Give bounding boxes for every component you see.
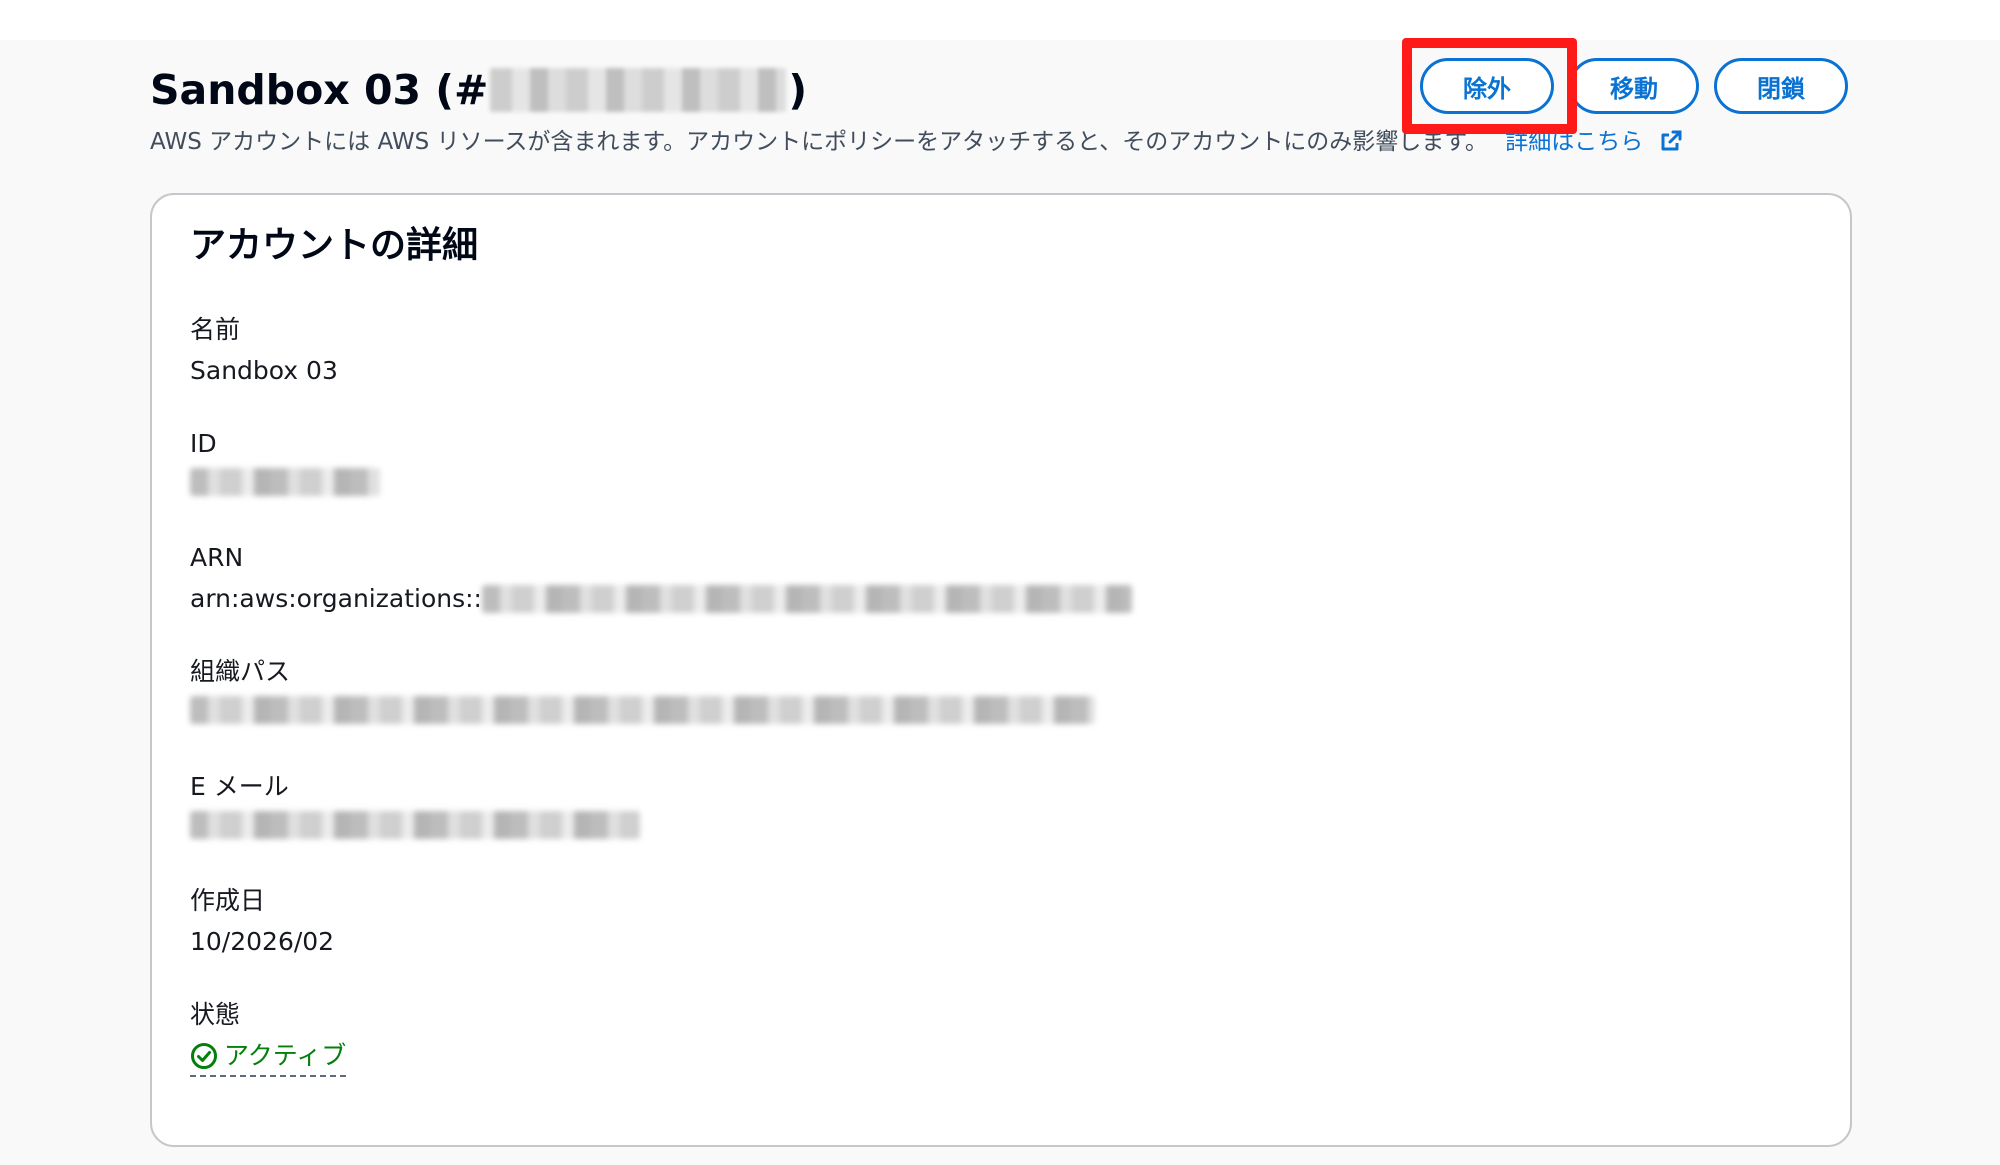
redacted-account-id: [490, 68, 787, 112]
external-link-icon: [1661, 130, 1682, 151]
card-title: アカウントの詳細: [190, 225, 479, 266]
field-label: ARN: [190, 543, 244, 572]
account-details-card: アカウントの詳細 名前 Sandbox 03 ID ARN arn:aws:or…: [150, 193, 1852, 1147]
field-value: Sandbox 03: [190, 356, 338, 385]
field-label: E メール: [190, 772, 289, 801]
learn-more-label[interactable]: 詳細はこちら: [1505, 129, 1643, 155]
check-circle-icon: [191, 1043, 217, 1069]
status-badge[interactable]: アクティブ: [190, 1039, 347, 1077]
field-value: 10/2026/02: [190, 927, 335, 956]
field-name: 名前 Sandbox 03: [190, 313, 338, 388]
field-arn: ARN arn:aws:organizations::: [190, 541, 1132, 616]
field-label: 作成日: [190, 886, 266, 915]
field-value: アクティブ: [190, 1039, 347, 1077]
redacted-path: [190, 696, 1095, 724]
status-label: アクティブ: [224, 1041, 347, 1070]
title-prefix: Sandbox 03 (#: [150, 66, 489, 114]
field-value: arn:aws:organizations::: [190, 582, 1132, 616]
page-title: Sandbox 03 (# ): [150, 62, 807, 118]
header-actions: 除外 移動 閉鎖: [1420, 58, 1848, 114]
learn-more-link[interactable]: 詳細はこちら: [1505, 129, 1682, 155]
field-value: [190, 468, 380, 496]
field-email: E メール: [190, 770, 640, 839]
field-id: ID: [190, 427, 380, 496]
field-label: 名前: [190, 315, 241, 344]
exclude-button[interactable]: 除外: [1420, 58, 1554, 114]
redacted-arn: [481, 585, 1132, 613]
field-created: 作成日 10/2026/02: [190, 884, 334, 959]
field-label: 組織パス: [190, 657, 291, 686]
move-button[interactable]: 移動: [1569, 58, 1699, 114]
title-suffix: ): [788, 66, 808, 114]
description-text: AWS アカウントには AWS リソースが含まれます。アカウントにポリシーをアタ…: [150, 129, 1488, 155]
field-label: 状態: [190, 1000, 241, 1029]
field-state: 状態 アクティブ: [190, 998, 347, 1077]
field-label: ID: [190, 429, 217, 458]
close-account-button[interactable]: 閉鎖: [1714, 58, 1848, 114]
field-value: [190, 811, 640, 839]
field-value: [190, 696, 1095, 724]
redacted-email: [190, 811, 640, 839]
arn-prefix: arn:aws:organizations::: [190, 584, 482, 613]
redacted-id: [190, 468, 380, 496]
page-description: AWS アカウントには AWS リソースが含まれます。アカウントにポリシーをアタ…: [150, 126, 1683, 158]
field-path: 組織パス: [190, 655, 1095, 724]
